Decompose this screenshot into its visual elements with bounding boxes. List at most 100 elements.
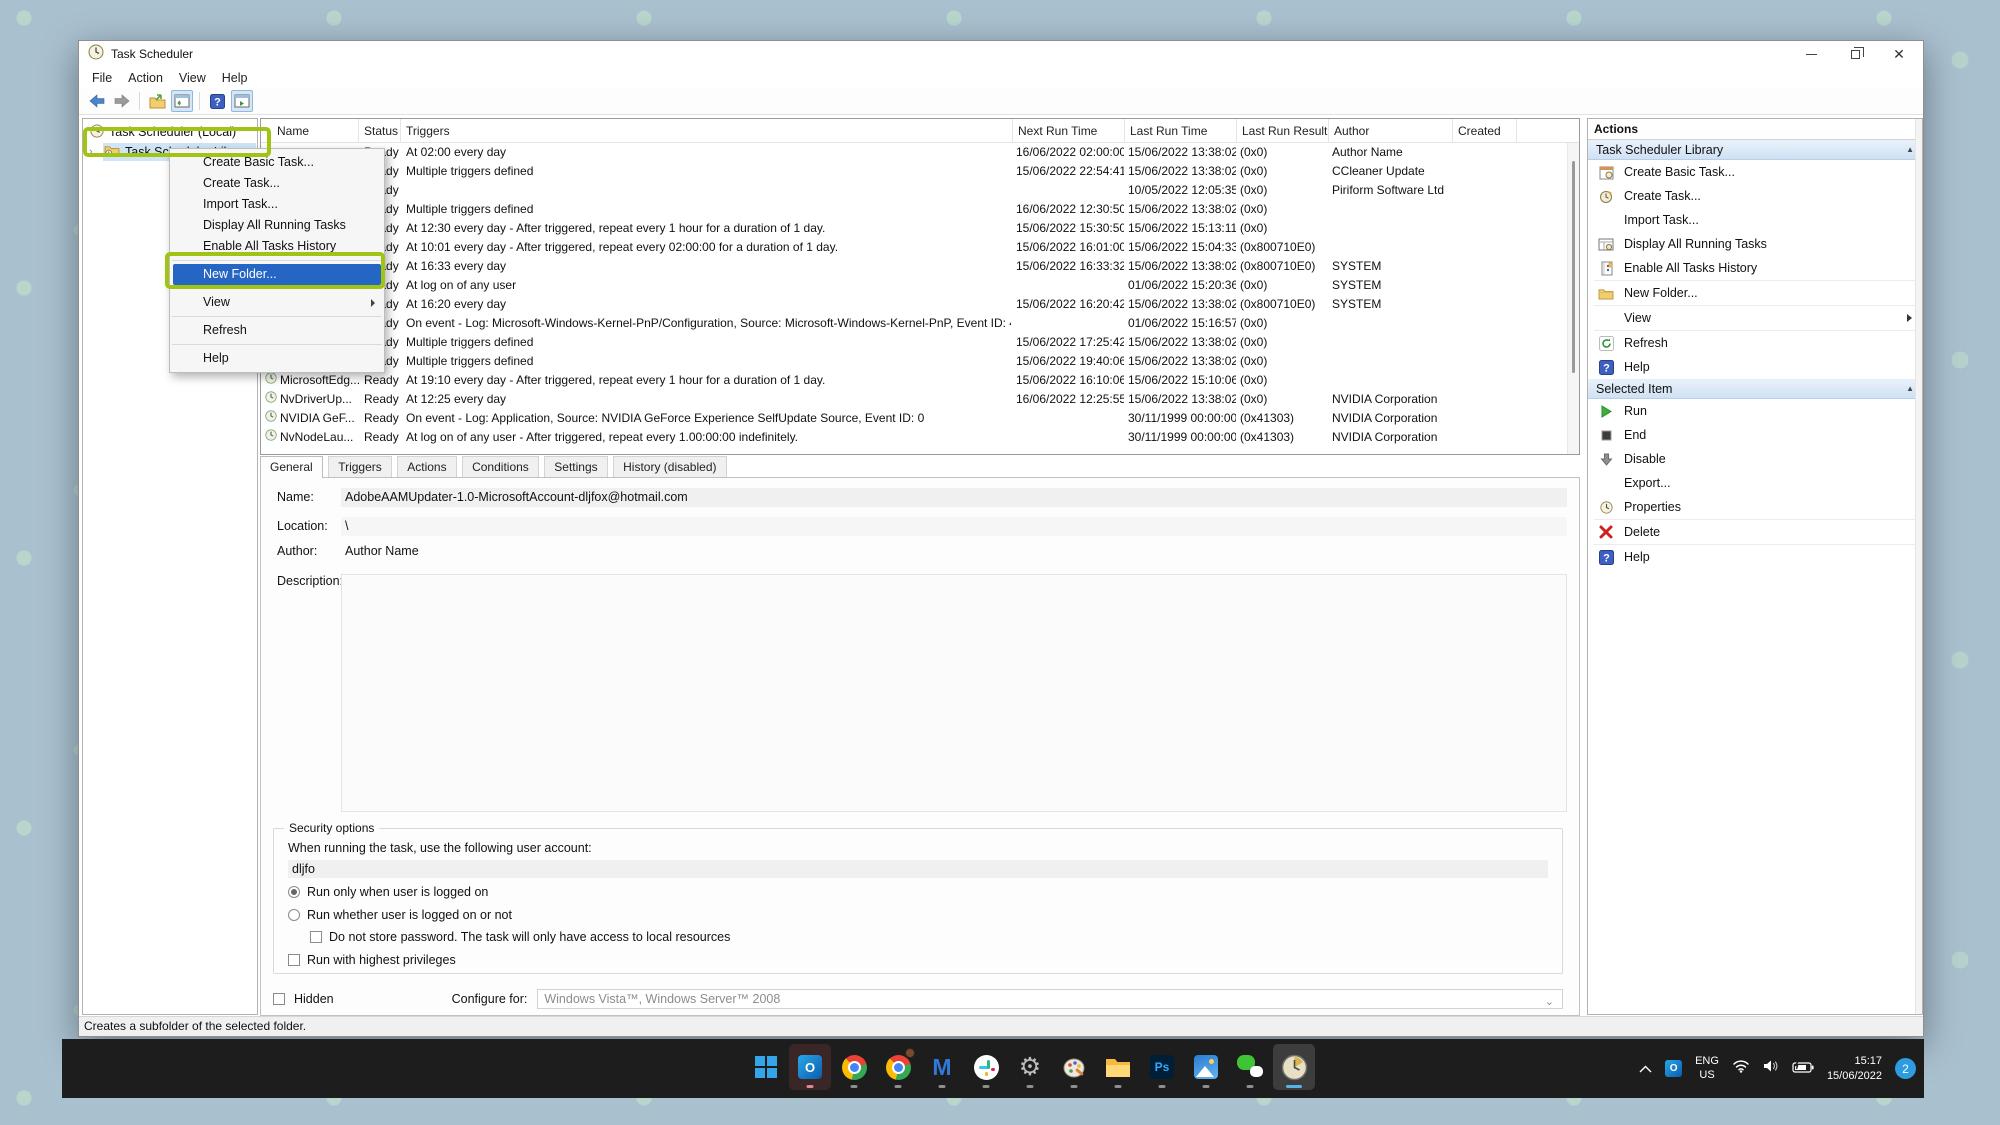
collapse-arrow-icon[interactable]: ▲ bbox=[1906, 140, 1914, 160]
checkbox-icon[interactable] bbox=[310, 931, 322, 943]
settings-gear-icon[interactable]: ⚙ bbox=[1009, 1044, 1051, 1090]
tab-history[interactable]: History (disabled) bbox=[613, 456, 726, 477]
configure-for-dropdown[interactable]: Windows Vista™, Windows Server™ 2008 ⌄ bbox=[537, 989, 1563, 1009]
outlook-icon[interactable]: O bbox=[789, 1044, 831, 1090]
selected-item-section-header[interactable]: Selected Item ▲ bbox=[1588, 379, 1922, 399]
task-row[interactable]: Ready At 12:30 every day - After trigger… bbox=[261, 219, 1567, 238]
action-end[interactable]: End bbox=[1588, 423, 1922, 447]
ctx-new-folder[interactable]: New Folder... bbox=[173, 264, 381, 285]
wechat-icon[interactable] bbox=[1229, 1044, 1271, 1090]
library-section-header[interactable]: Task Scheduler Library ▲ bbox=[1588, 140, 1922, 160]
column-header-next-run[interactable]: Next Run Time bbox=[1013, 119, 1125, 143]
task-row[interactable]: Ready At 16:33 every day 15/06/2022 16:3… bbox=[261, 257, 1567, 276]
malwarebytes-icon[interactable]: M bbox=[921, 1044, 963, 1090]
task-row[interactable]: MicrosoftEdg... Ready At 19:10 every day… bbox=[261, 371, 1567, 390]
action-help[interactable]: ? Help bbox=[1588, 355, 1922, 379]
description-field[interactable] bbox=[341, 574, 1567, 812]
column-header-author[interactable]: Author bbox=[1329, 119, 1453, 143]
tab-settings[interactable]: Settings bbox=[544, 456, 607, 477]
action-create-task[interactable]: Create Task... bbox=[1588, 184, 1922, 208]
notification-badge[interactable]: 2 bbox=[1895, 1058, 1916, 1079]
action-create-basic-task[interactable]: Create Basic Task... bbox=[1588, 160, 1922, 184]
menu-action[interactable]: Action bbox=[120, 69, 171, 87]
ctx-display-running-tasks[interactable]: Display All Running Tasks bbox=[170, 215, 384, 236]
action-export[interactable]: Export... bbox=[1588, 471, 1922, 495]
ctx-create-basic-task[interactable]: Create Basic Task... bbox=[170, 152, 384, 173]
action-help-selected[interactable]: ? Help bbox=[1588, 545, 1922, 569]
task-row[interactable]: NvNodeLau... Ready At log on of any user… bbox=[261, 428, 1567, 447]
task-row[interactable]: NvDriverUp... Ready At 12:25 every day 1… bbox=[261, 390, 1567, 409]
battery-icon[interactable] bbox=[1792, 1060, 1814, 1078]
action-refresh[interactable]: Refresh bbox=[1588, 331, 1922, 355]
radio-selected-icon[interactable] bbox=[288, 886, 300, 898]
ctx-refresh[interactable]: Refresh bbox=[170, 320, 384, 341]
action-disable[interactable]: Disable bbox=[1588, 447, 1922, 471]
column-header-created[interactable]: Created bbox=[1453, 119, 1517, 143]
action-display-running-tasks[interactable]: Display All Running Tasks bbox=[1588, 232, 1922, 256]
actions-panel-scrollbar[interactable] bbox=[1915, 119, 1922, 1014]
radio-run-logged-on[interactable]: Run only when user is logged on bbox=[288, 885, 488, 899]
task-row[interactable]: Ready At 02:00 every day 16/06/2022 02:0… bbox=[261, 143, 1567, 162]
task-row[interactable]: Ready At 10:01 every day - After trigger… bbox=[261, 238, 1567, 257]
clock-datetime[interactable]: 15:17 15/06/2022 bbox=[1827, 1054, 1882, 1084]
volume-icon[interactable] bbox=[1763, 1059, 1779, 1078]
slack-icon[interactable] bbox=[965, 1044, 1007, 1090]
back-icon[interactable] bbox=[86, 90, 108, 112]
column-header-triggers[interactable]: Triggers bbox=[401, 119, 1013, 143]
task-row[interactable]: Ready On event - Log: Microsoft-Windows-… bbox=[261, 314, 1567, 333]
tray-outlook-icon[interactable]: O bbox=[1665, 1060, 1682, 1077]
task-row[interactable]: Ready At 16:20 every day 15/06/2022 16:2… bbox=[261, 295, 1567, 314]
ctx-view[interactable]: View bbox=[170, 292, 384, 313]
checkbox-no-password[interactable]: Do not store password. The task will onl… bbox=[310, 930, 730, 944]
column-header-last-run[interactable]: Last Run Time bbox=[1125, 119, 1237, 143]
tab-triggers[interactable]: Triggers bbox=[328, 456, 392, 477]
column-header-status[interactable]: Status bbox=[359, 119, 401, 143]
wifi-icon[interactable] bbox=[1732, 1059, 1750, 1078]
title-bar[interactable]: Task Scheduler ✕ bbox=[79, 41, 1923, 67]
paint-icon[interactable] bbox=[1053, 1044, 1095, 1090]
action-import-task[interactable]: Import Task... bbox=[1588, 208, 1922, 232]
console-tree-toggle-icon[interactable] bbox=[171, 90, 193, 112]
close-button[interactable]: ✕ bbox=[1877, 41, 1921, 67]
file-explorer-icon[interactable] bbox=[1097, 1044, 1139, 1090]
action-enable-history[interactable]: Enable All Tasks History bbox=[1588, 256, 1922, 280]
chrome-profile-icon[interactable] bbox=[877, 1044, 919, 1090]
chevron-up-icon[interactable] bbox=[1639, 1060, 1652, 1078]
task-row[interactable]: Ready Multiple triggers defined 15/06/20… bbox=[261, 333, 1567, 352]
ctx-enable-history[interactable]: Enable All Tasks History bbox=[170, 236, 384, 257]
task-row[interactable]: NVIDIA GeF... Ready On event - Log: Appl… bbox=[261, 409, 1567, 428]
tab-general[interactable]: General bbox=[260, 456, 323, 478]
start-button-icon[interactable] bbox=[745, 1044, 787, 1090]
task-row[interactable]: Ready At log on of any user 01/06/2022 1… bbox=[261, 276, 1567, 295]
task-scheduler-icon[interactable] bbox=[1273, 1044, 1315, 1090]
collapse-arrow-icon[interactable]: ▲ bbox=[1906, 379, 1914, 399]
action-properties[interactable]: Properties bbox=[1588, 495, 1922, 519]
ctx-import-task[interactable]: Import Task... bbox=[170, 194, 384, 215]
task-row[interactable]: Ready Multiple triggers defined 15/06/20… bbox=[261, 352, 1567, 371]
action-view[interactable]: View bbox=[1588, 306, 1922, 330]
ctx-help[interactable]: Help bbox=[170, 348, 384, 369]
export-list-icon[interactable] bbox=[146, 90, 168, 112]
column-header-name[interactable]: Name bbox=[261, 119, 359, 143]
chrome-icon[interactable] bbox=[833, 1044, 875, 1090]
language-indicator[interactable]: ENG US bbox=[1695, 1055, 1719, 1081]
checkbox-icon[interactable] bbox=[288, 954, 300, 966]
photos-icon[interactable] bbox=[1185, 1044, 1227, 1090]
scrollbar-thumb[interactable] bbox=[1572, 161, 1575, 373]
action-delete[interactable]: Delete bbox=[1588, 520, 1922, 544]
help-icon[interactable]: ? bbox=[206, 90, 228, 112]
tree-item-local[interactable]: Task Scheduler (Local) bbox=[83, 122, 257, 142]
menu-help[interactable]: Help bbox=[214, 69, 256, 87]
minimize-button[interactable] bbox=[1789, 41, 1833, 67]
column-header-last-result[interactable]: Last Run Result bbox=[1237, 119, 1329, 143]
restore-button[interactable] bbox=[1833, 41, 1877, 67]
menu-file[interactable]: File bbox=[84, 69, 120, 87]
tab-conditions[interactable]: Conditions bbox=[462, 456, 539, 477]
radio-icon[interactable] bbox=[288, 909, 300, 921]
tab-actions[interactable]: Actions bbox=[397, 456, 456, 477]
task-row[interactable]: Ready Multiple triggers defined 16/06/20… bbox=[261, 200, 1567, 219]
forward-icon[interactable] bbox=[111, 90, 133, 112]
checkbox-highest-privileges[interactable]: Run with highest privileges bbox=[288, 953, 456, 967]
chevron-right-icon[interactable]: › bbox=[89, 146, 98, 158]
hidden-checkbox-icon[interactable] bbox=[273, 993, 285, 1005]
